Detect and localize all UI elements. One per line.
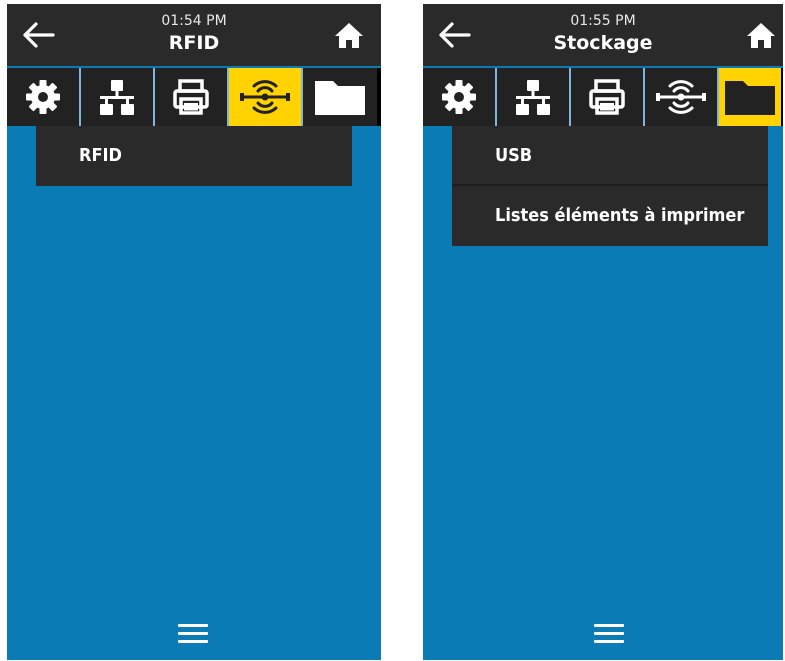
rfid-icon — [656, 80, 706, 114]
home-icon[interactable] — [743, 18, 779, 52]
tab-bar — [423, 68, 783, 126]
header: 01:55 PM Stockage — [423, 4, 783, 66]
page-title: RFID — [168, 32, 220, 54]
printer-icon — [173, 79, 209, 115]
home-icon[interactable] — [331, 18, 367, 52]
rfid-icon — [240, 80, 290, 114]
tab-storage[interactable] — [303, 68, 377, 126]
tab-settings[interactable] — [423, 68, 497, 126]
network-icon — [100, 80, 134, 115]
header-time: 01:55 PM — [570, 13, 636, 29]
tab-network[interactable] — [497, 68, 571, 126]
menu-item-rfid[interactable]: RFID — [36, 126, 352, 186]
page-title: Stockage — [553, 32, 653, 54]
network-icon — [516, 80, 550, 115]
folder-icon — [725, 81, 775, 115]
menu-list: USB Listes éléments à imprimer — [452, 126, 768, 246]
tab-bar — [7, 68, 381, 126]
screen-rfid: 01:54 PM RFID RFID — [7, 4, 381, 660]
tab-rfid[interactable] — [229, 68, 303, 126]
tab-printer[interactable] — [155, 68, 229, 126]
folder-icon — [315, 81, 365, 115]
tab-network[interactable] — [81, 68, 155, 126]
gear-icon — [442, 80, 476, 114]
tab-storage[interactable] — [719, 68, 781, 126]
gear-icon — [26, 80, 60, 114]
header-time: 01:54 PM — [161, 13, 227, 29]
tab-printer[interactable] — [571, 68, 645, 126]
hamburger-menu-icon[interactable] — [178, 624, 208, 644]
menu-item-print-lists[interactable]: Listes éléments à imprimer — [452, 186, 768, 246]
printer-icon — [589, 79, 625, 115]
tab-rfid[interactable] — [645, 68, 719, 126]
menu-list: RFID — [36, 126, 352, 186]
menu-item-usb[interactable]: USB — [452, 126, 768, 186]
screen-storage: 01:55 PM Stockage USB Listes éléments à … — [423, 4, 783, 660]
header: 01:54 PM RFID — [7, 4, 381, 66]
hamburger-menu-icon[interactable] — [594, 624, 624, 644]
tab-settings[interactable] — [7, 68, 81, 126]
